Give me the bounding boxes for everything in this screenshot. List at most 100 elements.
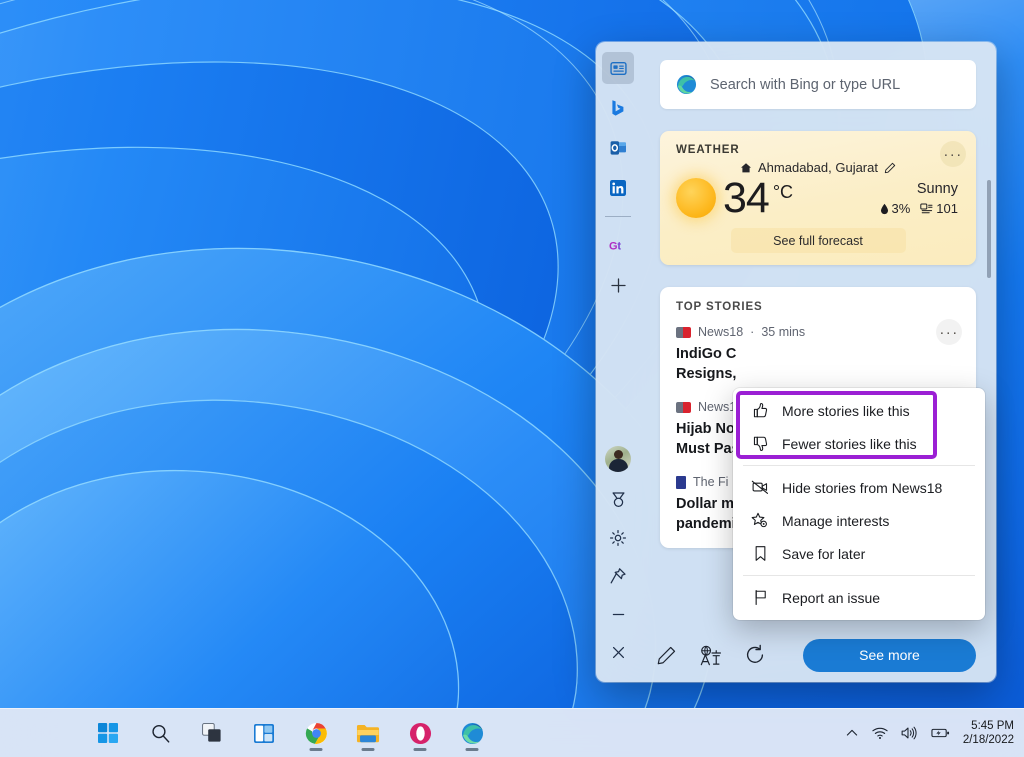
air-quality-icon [920,203,933,213]
see-full-forecast-button[interactable]: See full forecast [730,228,906,253]
game-pass-icon: G t [609,240,621,252]
weather-location-text: Ahmadabad, Gujarat [758,160,878,175]
story-time: 35 mins [761,325,806,339]
task-view-button[interactable] [192,713,232,753]
running-indicator [465,748,479,751]
edge-icon [461,722,483,744]
story-separator: · [750,325,755,339]
clock-date: 2/18/2022 [962,734,1014,746]
weather-temperature: 34 [723,174,770,222]
weather-more-options-button[interactable]: ··· [940,141,966,167]
task-view-icon [202,723,221,742]
story-title-line1: IndiGo C [676,346,737,362]
weather-widget[interactable]: WEATHER ··· Ahmadabad, Gujarat 34 °C Sun… [660,131,976,265]
weather-location-row[interactable]: Ahmadabad, Gujarat [676,160,960,175]
chrome-icon [305,722,327,744]
taskbar: 5:45 PM 2/18/2022 [0,708,1024,757]
edge-button[interactable] [452,713,492,753]
running-indicator [413,748,427,751]
thumbs-down-icon [751,435,769,452]
svg-text:t: t [617,240,621,252]
menu-divider [743,465,975,466]
top-stories-header: TOP STORIES [676,301,763,313]
close-icon [612,646,624,658]
widgets-footer: See more [640,628,996,682]
list-item[interactable]: News18 · 35 mins ··· IndiGo C Resigns, [676,313,962,388]
menu-item-more-stories-like-this[interactable]: More stories like this [733,394,985,427]
story-source: News1 [698,400,737,414]
menu-item-label: Manage interests [782,512,890,529]
pencil-icon[interactable] [884,162,896,174]
see-more-button[interactable]: See more [803,638,976,672]
widgets-button[interactable] [244,713,284,753]
story-title-line2: Resigns, [676,366,737,382]
sidebar-item-game-pass[interactable]: G t [602,229,634,261]
menu-item-hide-stories-from-source[interactable]: Hide stories from News18 [733,471,985,504]
running-indicator [361,748,375,751]
story-more-options-button[interactable]: ··· [936,319,962,345]
sidebar-item-widgets-feed[interactable] [602,52,634,84]
weather-details: Sunny 3% 101 [880,180,961,216]
sidebar-item-bing[interactable] [602,92,634,124]
file-explorer-button[interactable] [348,713,388,753]
star-settings-icon [751,512,769,529]
wifi-icon[interactable] [872,726,888,740]
windows-logo-icon [98,723,118,743]
flag-icon [751,589,769,606]
menu-item-fewer-stories-like-this[interactable]: Fewer stories like this [733,427,985,460]
settings-button[interactable] [602,522,634,554]
panel-scrollbar[interactable] [987,180,991,278]
rail-divider [605,216,631,217]
menu-item-manage-interests[interactable]: Manage interests [733,504,985,537]
outlook-icon [610,141,626,155]
search-icon [151,724,169,743]
weather-unit: °C [772,182,794,202]
battery-charging-icon[interactable] [931,726,950,740]
speaker-icon[interactable] [901,726,918,740]
edge-icon [676,74,697,95]
weather-main-row: 34 °C Sunny 3% 101 [676,174,961,222]
sun-icon [676,178,716,218]
minimize-icon [612,613,624,615]
widgets-icon [254,723,274,743]
search-button[interactable] [140,713,180,753]
add-widget-button[interactable] [602,269,634,301]
avatar-head [613,450,623,459]
air-quality-value: 101 [936,201,958,216]
widgets-board-icon [609,61,627,75]
svg-text:G: G [609,240,618,252]
taskbar-clock[interactable]: 5:45 PM 2/18/2022 [963,719,1014,747]
clock-time: 5:45 PM [971,720,1014,732]
menu-item-label: Save for later [782,545,866,562]
story-meta: News18 · 35 mins [676,325,960,339]
financial-express-logo-icon [676,475,686,489]
rewards-button[interactable] [602,484,634,516]
precipitation-value: 3% [891,201,911,216]
menu-item-label: Hide stories from News18 [782,479,943,496]
opera-button[interactable] [400,713,440,753]
menu-item-save-for-later[interactable]: Save for later [733,537,985,570]
search-input[interactable]: Search with Bing or type URL [660,60,976,109]
air-quality-stat: 101 [920,201,958,216]
start-button[interactable] [88,713,128,753]
news18-logo-icon [676,326,691,338]
menu-item-label: More stories like this [782,402,910,419]
pencil-icon[interactable] [656,645,677,666]
menu-item-label: Fewer stories like this [782,435,917,452]
running-indicator [309,748,323,751]
chrome-button[interactable] [296,713,336,753]
gear-icon [609,529,627,547]
minimize-panel-button[interactable] [602,598,634,630]
chevron-up-icon[interactable] [845,726,859,740]
pin-panel-button[interactable] [602,560,634,592]
water-drop-icon [880,203,888,214]
translate-icon[interactable] [699,645,722,666]
sidebar-item-outlook[interactable] [602,132,634,164]
weather-stats-row: 3% 101 [880,201,958,216]
sidebar-item-linkedin[interactable] [602,172,634,204]
refresh-icon[interactable] [744,644,766,666]
close-panel-button[interactable] [602,636,634,668]
menu-item-report-an-issue[interactable]: Report an issue [733,581,985,614]
avatar[interactable] [605,446,631,472]
weather-header: WEATHER [676,144,740,156]
